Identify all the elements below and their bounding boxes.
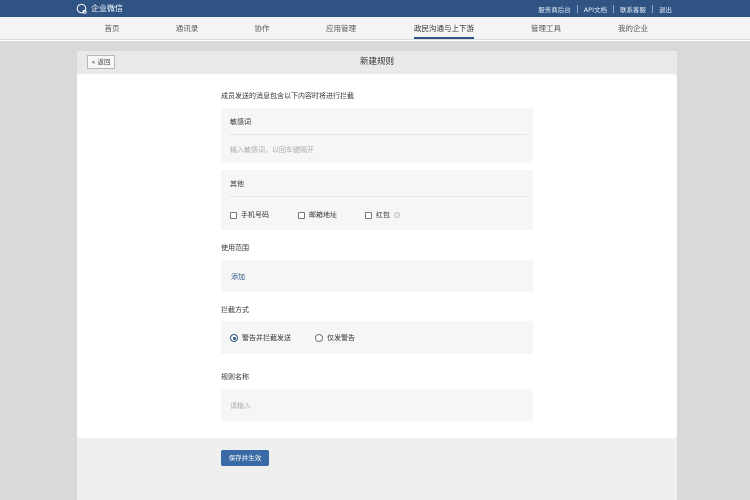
checkbox-email-address-label: 邮箱地址 bbox=[309, 211, 337, 219]
app-name: 企业微信 bbox=[91, 4, 123, 13]
sensitive-words-box: 敏感词 输入敏感词，以回车键隔开 bbox=[221, 108, 533, 163]
checkbox-phone-number[interactable]: 手机号码 bbox=[230, 210, 269, 220]
radio-warn-only-label: 仅发警告 bbox=[327, 334, 355, 342]
sensitive-words-title: 敏感词 bbox=[230, 118, 251, 126]
checkbox-email-address[interactable]: 邮箱地址 bbox=[298, 210, 337, 220]
intro-text: 成员发送的消息包含以下内容时将进行拦截 bbox=[221, 92, 354, 100]
nav-item-my-enterprise[interactable]: 我的企业 bbox=[618, 17, 648, 40]
wecom-logo-icon bbox=[76, 3, 87, 14]
nav-item-contacts[interactable]: 通讯录 bbox=[176, 17, 199, 40]
rule-name-label: 规则名称 bbox=[221, 373, 249, 381]
divider bbox=[230, 196, 527, 197]
nav-item-app-management[interactable]: 应用管理 bbox=[326, 17, 356, 40]
nav-item-management-tools[interactable]: 管理工具 bbox=[531, 17, 561, 40]
top-link-support[interactable]: 联系客服 bbox=[614, 4, 652, 14]
rule-name-input[interactable]: 请输入 bbox=[230, 401, 251, 411]
radio-warn-and-block[interactable]: 警告并拦截发送 bbox=[230, 333, 291, 343]
radio-selected-icon bbox=[230, 334, 238, 342]
app-logo[interactable]: 企业微信 bbox=[76, 2, 123, 15]
nav-item-collaboration[interactable]: 协作 bbox=[255, 17, 270, 40]
checkbox-red-packet[interactable]: 红包 i bbox=[365, 210, 400, 220]
nav-item-upstream-downstream[interactable]: 政民沟通与上下游 bbox=[414, 17, 474, 40]
radio-warn-and-block-label: 警告并拦截发送 bbox=[242, 334, 291, 342]
nav-item-home[interactable]: 首页 bbox=[105, 17, 120, 40]
scope-box: 添加 bbox=[221, 260, 533, 292]
top-link-provider[interactable]: 服务商后台 bbox=[532, 4, 577, 14]
other-box: 其他 手机号码 邮箱地址 红包 i bbox=[221, 170, 533, 230]
top-link-api-docs[interactable]: API文档 bbox=[578, 4, 613, 14]
save-and-apply-button[interactable]: 保存并生效 bbox=[221, 450, 269, 466]
add-scope-link[interactable]: 添加 bbox=[231, 272, 245, 282]
checkbox-icon bbox=[365, 211, 372, 219]
intercept-label: 拦截方式 bbox=[221, 306, 249, 314]
checkbox-icon bbox=[298, 211, 305, 219]
page-title: 新建规则 bbox=[359, 57, 394, 67]
checkbox-icon bbox=[230, 211, 237, 219]
checkbox-phone-number-label: 手机号码 bbox=[241, 211, 269, 219]
back-button[interactable]: « 返回 bbox=[87, 55, 115, 69]
other-title: 其他 bbox=[230, 180, 244, 188]
rule-name-box: 请输入 bbox=[221, 389, 533, 421]
info-icon[interactable]: i bbox=[394, 212, 400, 218]
divider bbox=[230, 134, 527, 135]
scope-label: 使用范围 bbox=[221, 244, 249, 252]
radio-unselected-icon bbox=[315, 334, 323, 342]
top-link-logout[interactable]: 退出 bbox=[653, 4, 678, 14]
top-bar: 企业微信 服务商后台 API文档 联系客服 退出 bbox=[0, 0, 750, 17]
sensitive-words-input[interactable]: 输入敏感词，以回车键隔开 bbox=[230, 145, 314, 155]
radio-warn-only[interactable]: 仅发警告 bbox=[315, 333, 355, 343]
top-links: 服务商后台 API文档 联系客服 退出 bbox=[532, 0, 678, 17]
main-nav: 首页 通讯录 协作 应用管理 政民沟通与上下游 管理工具 我的企业 bbox=[0, 17, 750, 40]
checkbox-red-packet-label: 红包 bbox=[376, 211, 390, 219]
intercept-box: 警告并拦截发送 仅发警告 bbox=[221, 321, 533, 354]
